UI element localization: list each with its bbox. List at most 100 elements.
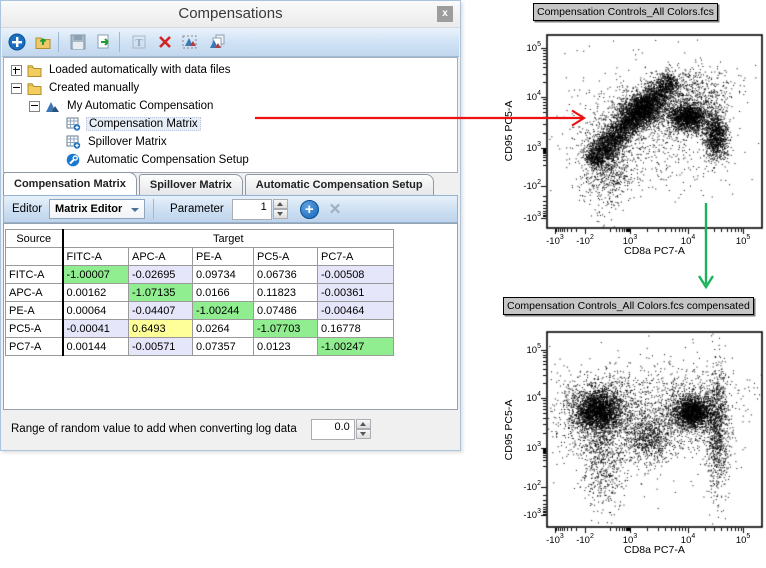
tab-compensation-matrix[interactable]: Compensation Matrix bbox=[3, 172, 137, 195]
matrix-cell[interactable]: -0.00571 bbox=[129, 338, 193, 356]
matrix-plus-icon bbox=[66, 117, 81, 131]
parameter-value[interactable]: 1 bbox=[232, 199, 272, 220]
matrix-table-area: Source Target FITC-A APC-A PE-A PC5-A PC… bbox=[3, 223, 458, 410]
stepper-buttons[interactable] bbox=[273, 199, 288, 219]
matrix-cell[interactable]: 0.0264 bbox=[193, 320, 254, 338]
tree-item-created-manually[interactable]: Created manually bbox=[4, 79, 457, 97]
add-parameter-button[interactable]: + bbox=[300, 200, 319, 219]
compensation-tree: Loaded automatically with data files Cre… bbox=[3, 57, 458, 173]
histogram-selection-icon bbox=[182, 33, 200, 51]
tree-item-label: Compensation Matrix bbox=[86, 117, 201, 131]
row-header: FITC-A bbox=[6, 266, 63, 284]
matrix-cell[interactable]: 0.16778 bbox=[318, 320, 394, 338]
tree-item-label: Loaded automatically with data files bbox=[47, 64, 233, 76]
matrix-cell[interactable]: 0.07357 bbox=[193, 338, 254, 356]
col-header: APC-A bbox=[129, 248, 193, 266]
random-range-value[interactable]: 0.0 bbox=[311, 419, 355, 440]
tree-item-spillover-matrix[interactable]: Spillover Matrix bbox=[4, 133, 457, 151]
random-range-stepper[interactable]: 0.0 bbox=[311, 419, 371, 440]
matrix-cell[interactable]: 0.11823 bbox=[254, 284, 318, 302]
editor-bar: Editor Matrix Editor Parameter 1 + ✕ bbox=[3, 195, 458, 223]
tab-spillover-matrix[interactable]: Spillover Matrix bbox=[139, 174, 243, 195]
matrix-cell[interactable]: 0.07486 bbox=[254, 302, 318, 320]
stepper-up-icon[interactable] bbox=[356, 419, 371, 429]
axis-tick-label: 105 bbox=[501, 42, 541, 54]
expand-plus-icon[interactable] bbox=[11, 65, 22, 76]
matrix-cell[interactable]: -0.02695 bbox=[129, 266, 193, 284]
col-header: FITC-A bbox=[63, 248, 129, 266]
panel-titlebar[interactable]: Compensations x bbox=[1, 1, 460, 28]
matrix-cell[interactable]: 0.6493 bbox=[129, 320, 193, 338]
save-button[interactable] bbox=[67, 31, 89, 53]
tab-automatic-compensation-setup[interactable]: Automatic Compensation Setup bbox=[245, 174, 434, 195]
collapse-minus-icon[interactable] bbox=[11, 83, 22, 94]
folder-icon bbox=[27, 64, 42, 77]
tree-item-automatic-compensation-setup[interactable]: Automatic Compensation Setup bbox=[4, 151, 457, 169]
stepper-down-icon[interactable] bbox=[273, 209, 288, 219]
stepper-buttons[interactable] bbox=[356, 419, 371, 439]
matrix-plus-icon bbox=[66, 135, 81, 149]
tree-item-label: Spillover Matrix bbox=[86, 136, 169, 148]
tree-item-loaded-automatically[interactable]: Loaded automatically with data files bbox=[4, 61, 457, 79]
red-x-icon bbox=[157, 34, 173, 50]
plot-title-uncompensated: Compensation Controls_All Colors.fcs bbox=[533, 3, 718, 21]
compensation-matrix-table: Source Target FITC-A APC-A PE-A PC5-A PC… bbox=[5, 229, 394, 356]
matrix-cell[interactable]: 0.0123 bbox=[254, 338, 318, 356]
table-row: PC5-A -0.00041 0.6493 0.0264 -1.07703 0.… bbox=[6, 320, 394, 338]
delete-button[interactable] bbox=[154, 31, 176, 53]
matrix-cell[interactable]: 0.00144 bbox=[63, 338, 129, 356]
histogram-pages-icon bbox=[208, 33, 226, 51]
stepper-down-icon[interactable] bbox=[356, 429, 371, 439]
close-icon[interactable]: x bbox=[437, 6, 453, 22]
table-row: PE-A 0.00064 -0.04407 -1.00244 0.07486 -… bbox=[6, 302, 394, 320]
matrix-cell[interactable]: 0.0166 bbox=[193, 284, 254, 302]
tree-item-my-automatic-compensation[interactable]: My Automatic Compensation bbox=[4, 97, 457, 115]
plus-circle-icon bbox=[8, 33, 26, 51]
matrix-cell[interactable]: -0.00361 bbox=[318, 284, 394, 302]
target-header: Target bbox=[63, 230, 394, 248]
matrix-cell[interactable]: -0.04407 bbox=[129, 302, 193, 320]
copy-graphic-button[interactable] bbox=[180, 31, 202, 53]
panel-title: Compensations bbox=[1, 1, 460, 27]
collapse-minus-icon[interactable] bbox=[29, 101, 40, 112]
stepper-up-icon[interactable] bbox=[273, 199, 288, 209]
compensations-panel: Compensations x bbox=[0, 0, 461, 451]
plot-title-compensated: Compensation Controls_All Colors.fcs com… bbox=[503, 297, 754, 315]
matrix-cell[interactable]: 0.06736 bbox=[254, 266, 318, 284]
matrix-cell[interactable]: -1.00247 bbox=[318, 338, 394, 356]
folder-import-icon bbox=[34, 33, 52, 51]
row-header: APC-A bbox=[6, 284, 63, 302]
export-button[interactable] bbox=[93, 31, 115, 53]
matrix-cell[interactable]: 0.09734 bbox=[193, 266, 254, 284]
matrix-cell[interactable]: -1.00007 bbox=[63, 266, 129, 284]
table-row: APC-A 0.00162 -1.07135 0.0166 0.11823 -0… bbox=[6, 284, 394, 302]
matrix-cell[interactable]: -1.00244 bbox=[193, 302, 254, 320]
matrix-cell[interactable]: -0.00464 bbox=[318, 302, 394, 320]
remove-parameter-button[interactable]: ✕ bbox=[329, 200, 342, 219]
rename-button[interactable]: T bbox=[128, 31, 150, 53]
duplicate-graphic-button[interactable] bbox=[206, 31, 228, 53]
folder-icon bbox=[27, 82, 42, 95]
parameter-label: Parameter bbox=[170, 203, 224, 215]
row-header: PE-A bbox=[6, 302, 63, 320]
matrix-cell[interactable]: 0.00162 bbox=[63, 284, 129, 302]
matrix-cell[interactable]: -1.07703 bbox=[254, 320, 318, 338]
tree-item-label: Automatic Compensation Setup bbox=[85, 154, 251, 166]
parameter-stepper[interactable]: 1 bbox=[232, 199, 288, 220]
panel-footer: Range of random value to add when conver… bbox=[3, 410, 458, 448]
tree-item-compensation-matrix[interactable]: Compensation Matrix bbox=[4, 115, 457, 133]
matrix-cell[interactable]: -1.07135 bbox=[129, 284, 193, 302]
axis-tick-label: -103 bbox=[501, 212, 541, 224]
tree-item-label: Created manually bbox=[47, 82, 141, 94]
import-compensation-button[interactable] bbox=[32, 31, 54, 53]
add-compensation-button[interactable] bbox=[6, 31, 28, 53]
matrix-cell[interactable]: 0.00064 bbox=[63, 302, 129, 320]
matrix-cell[interactable]: -0.00508 bbox=[318, 266, 394, 284]
table-row: FITC-A -1.00007 -0.02695 0.09734 0.06736… bbox=[6, 266, 394, 284]
editor-select[interactable]: Matrix Editor bbox=[49, 199, 145, 219]
matrix-cell[interactable]: -0.00041 bbox=[63, 320, 129, 338]
col-header: PC7-A bbox=[318, 248, 394, 266]
corner-cell bbox=[6, 248, 63, 266]
col-header: PE-A bbox=[193, 248, 254, 266]
svg-text:T: T bbox=[135, 37, 143, 49]
